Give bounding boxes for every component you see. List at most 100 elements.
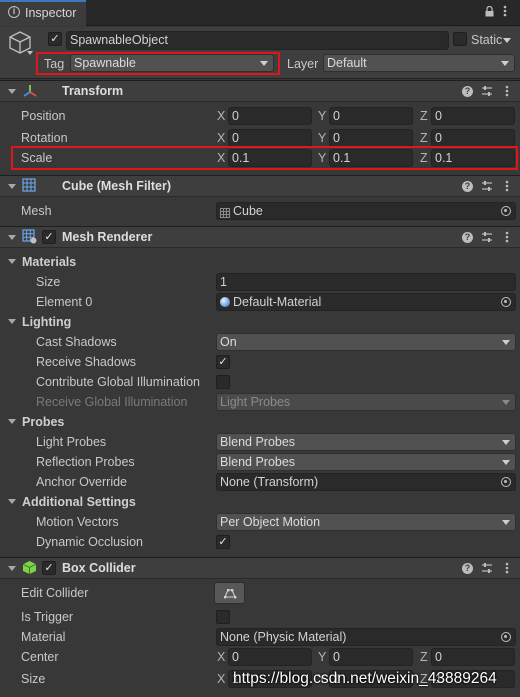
receive-shadows-checkbox[interactable]: ✓ (216, 355, 230, 369)
check-mark: ✓ (218, 356, 228, 368)
object-picker-icon[interactable] (501, 297, 511, 307)
receive-gi-label: Receive Global Illumination (36, 395, 188, 409)
component-menu-icon[interactable] (505, 84, 509, 101)
cast-shadows-label: Cast Shadows (36, 335, 117, 349)
presets-icon[interactable] (481, 180, 493, 195)
dynamic-occlusion-checkbox[interactable]: ✓ (216, 535, 230, 549)
mesh-filter-title: Cube (Mesh Filter) (62, 179, 172, 193)
materials-size-field[interactable]: 1 (216, 273, 516, 291)
center-y-label[interactable]: Y (318, 648, 326, 666)
tab-inspector[interactable]: i Inspector (0, 0, 86, 26)
lighting-section-title[interactable]: Lighting (22, 313, 71, 331)
object-picker-icon[interactable] (501, 206, 511, 216)
check-mark: ✓ (44, 231, 54, 243)
mesh-renderer-icon (22, 229, 37, 247)
foldout-arrow-icon[interactable] (8, 419, 16, 424)
object-active-checkbox[interactable]: ✓ (48, 32, 62, 46)
component-menu-icon[interactable] (505, 561, 509, 578)
more-menu-icon[interactable] (503, 4, 507, 18)
object-picker-icon[interactable] (501, 477, 511, 487)
check-mark: ✓ (50, 33, 60, 45)
foldout-arrow-icon[interactable] (8, 184, 16, 189)
rotation-z-label[interactable]: Z (420, 129, 428, 147)
light-probes-label: Light Probes (36, 435, 107, 449)
receive-shadows-label: Receive Shadows (36, 355, 137, 369)
mesh-renderer-title: Mesh Renderer (62, 230, 153, 244)
presets-icon[interactable] (481, 85, 493, 100)
foldout-arrow-icon[interactable] (8, 89, 16, 94)
lock-icon[interactable] (485, 5, 494, 17)
physic-material-field[interactable]: None (Physic Material) (216, 628, 516, 646)
foldout-arrow-icon[interactable] (8, 566, 16, 571)
rotation-y-label[interactable]: Y (318, 129, 326, 147)
presets-icon[interactable] (481, 562, 493, 577)
is-trigger-checkbox[interactable] (216, 610, 230, 624)
element0-object-field[interactable]: Default-Material (216, 293, 516, 311)
position-x-field[interactable]: 0 (228, 107, 312, 125)
contribute-gi-checkbox[interactable] (216, 375, 230, 389)
cast-shadows-dropdown[interactable]: On (216, 333, 516, 351)
position-z-field[interactable]: 0 (431, 107, 515, 125)
mesh-object-field[interactable]: Cube (216, 202, 516, 220)
foldout-arrow-icon[interactable] (8, 259, 16, 264)
rotation-y-field[interactable]: 0 (329, 129, 413, 147)
chevron-down-icon (502, 340, 510, 345)
anchor-override-field[interactable]: None (Transform) (216, 473, 516, 491)
light-probes-dropdown[interactable]: Blend Probes (216, 433, 516, 451)
chevron-down-icon (502, 440, 510, 445)
rotation-z-field[interactable]: 0 (431, 129, 515, 147)
motion-vectors-dropdown[interactable]: Per Object Motion (216, 513, 516, 531)
layer-value: Default (327, 56, 367, 70)
static-dropdown-chevron[interactable] (503, 38, 511, 43)
reflection-probes-dropdown[interactable]: Blend Probes (216, 453, 516, 471)
center-label[interactable]: Center (21, 648, 59, 666)
probes-section-title[interactable]: Probes (22, 413, 64, 431)
edit-bounds-icon (223, 587, 237, 602)
center-z-field[interactable]: 0 (431, 648, 515, 666)
foldout-arrow-icon[interactable] (8, 319, 16, 324)
size-x-label[interactable]: X (217, 670, 225, 688)
edit-collider-label: Edit Collider (21, 586, 89, 600)
mesh-renderer-enabled-checkbox[interactable]: ✓ (42, 230, 56, 244)
center-z-label[interactable]: Z (420, 648, 428, 666)
help-icon[interactable]: ? (462, 232, 473, 243)
foldout-arrow-icon[interactable] (8, 499, 16, 504)
static-checkbox[interactable] (453, 32, 467, 46)
transform-axis-icon (22, 83, 38, 102)
component-menu-icon[interactable] (505, 230, 509, 247)
icon-dropdown-chevron[interactable] (27, 51, 33, 55)
rotation-x-field[interactable]: 0 (228, 129, 312, 147)
materials-section-title[interactable]: Materials (22, 253, 76, 271)
additional-settings-title[interactable]: Additional Settings (22, 493, 136, 511)
component-menu-icon[interactable] (505, 179, 509, 196)
center-x-field[interactable]: 0 (228, 648, 312, 666)
chevron-down-icon (502, 400, 510, 405)
center-y-field[interactable]: 0 (329, 648, 413, 666)
position-x-label[interactable]: X (217, 107, 225, 125)
check-mark: ✓ (218, 536, 228, 548)
motion-vectors-label: Motion Vectors (36, 515, 119, 529)
position-z-label[interactable]: Z (420, 107, 428, 125)
object-picker-icon[interactable] (501, 632, 511, 642)
position-y-label[interactable]: Y (318, 107, 326, 125)
center-x-label[interactable]: X (217, 648, 225, 666)
presets-icon[interactable] (481, 231, 493, 246)
layer-dropdown[interactable]: Default (323, 54, 515, 72)
object-name-field[interactable]: SpawnableObject (66, 31, 449, 50)
box-collider-title: Box Collider (62, 561, 136, 575)
tag-highlight-box (36, 52, 280, 75)
help-icon[interactable]: ? (462, 563, 473, 574)
foldout-arrow-icon[interactable] (8, 235, 16, 240)
help-icon[interactable]: ? (462, 181, 473, 192)
rotation-x-label[interactable]: X (217, 129, 225, 147)
contribute-gi-label: Contribute Global Illumination (36, 375, 200, 389)
box-collider-enabled-checkbox[interactable]: ✓ (42, 561, 56, 575)
position-y-field[interactable]: 0 (329, 107, 413, 125)
light-probes-value: Blend Probes (220, 435, 296, 449)
position-label[interactable]: Position (21, 107, 65, 125)
rotation-label[interactable]: Rotation (21, 129, 68, 147)
size-label[interactable]: Size (21, 670, 45, 688)
motion-vectors-value: Per Object Motion (220, 515, 321, 529)
edit-collider-button[interactable] (214, 582, 245, 604)
help-icon[interactable]: ? (462, 86, 473, 97)
